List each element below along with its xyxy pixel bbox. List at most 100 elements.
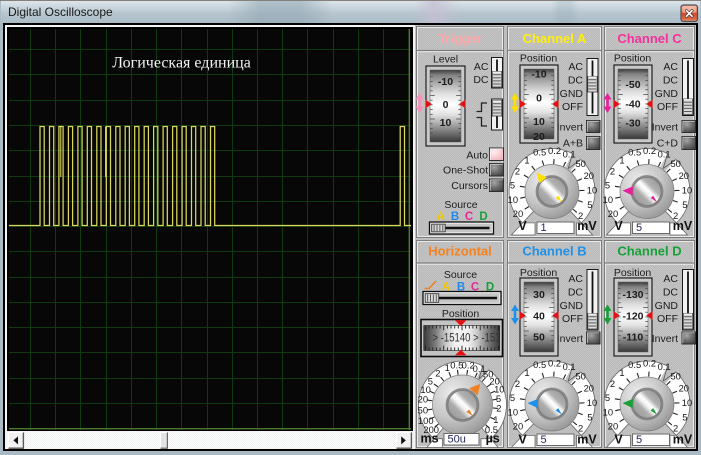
svg-text:5: 5 (587, 199, 592, 210)
svg-text:5: 5 (605, 392, 610, 403)
svg-text:30: 30 (533, 289, 545, 301)
svg-text:OFF: OFF (562, 101, 583, 113)
svg-text:One-Shot: One-Shot (443, 164, 488, 176)
svg-text:Level: Level (433, 54, 458, 66)
svg-text:C: C (465, 211, 473, 223)
svg-text:OFF: OFF (562, 313, 583, 325)
svg-text:Digital Oscilloscope: Digital Oscilloscope (8, 5, 113, 19)
svg-text:Invert: Invert (557, 333, 583, 345)
svg-text:0.5: 0.5 (533, 147, 546, 158)
svg-text:AC: AC (568, 273, 583, 285)
svg-text:5: 5 (428, 375, 433, 386)
svg-text:DC: DC (663, 286, 679, 298)
svg-text:AC: AC (568, 61, 583, 73)
svg-text:Auto: Auto (466, 149, 488, 161)
svg-text:-120: -120 (622, 310, 643, 322)
svg-text:5: 5 (682, 411, 687, 422)
svg-text:Position: Position (614, 267, 652, 279)
svg-text:0.2: 0.2 (548, 145, 561, 156)
svg-text:0.5: 0.5 (533, 359, 546, 370)
svg-text:Логическая единица: Логическая единица (112, 55, 251, 72)
svg-text:AC: AC (474, 61, 489, 73)
svg-text:2: 2 (496, 403, 501, 414)
svg-text:OFF: OFF (657, 101, 678, 113)
svg-text:OFF: OFF (657, 313, 678, 325)
svg-text:A: A (436, 211, 444, 223)
svg-text:20: 20 (418, 394, 428, 405)
svg-text:50: 50 (575, 158, 585, 169)
svg-text:0.1: 0.1 (563, 361, 576, 372)
svg-text:µs: µs (486, 432, 500, 446)
svg-text:0: 0 (536, 92, 542, 104)
svg-text:10: 10 (508, 194, 518, 205)
svg-text:DC: DC (568, 74, 584, 86)
svg-text:2: 2 (515, 378, 520, 389)
svg-text:20: 20 (608, 208, 618, 219)
svg-text:10: 10 (587, 184, 597, 195)
svg-text:0.2: 0.2 (643, 145, 656, 156)
svg-text:Invert: Invert (652, 333, 678, 345)
svg-text:Channel D: Channel D (617, 244, 681, 259)
svg-text:Position: Position (520, 53, 558, 65)
svg-text:20: 20 (513, 208, 523, 219)
svg-text:V: V (614, 433, 623, 447)
svg-text:Channel C: Channel C (617, 31, 682, 46)
svg-text:20: 20 (584, 383, 594, 394)
svg-text:0: 0 (443, 99, 449, 111)
svg-text:Position: Position (520, 267, 558, 279)
svg-text:0.2: 0.2 (643, 357, 656, 368)
svg-text:50: 50 (670, 370, 680, 381)
svg-text:-130: -130 (622, 289, 643, 301)
svg-text:V: V (518, 219, 527, 233)
svg-text:50: 50 (533, 331, 545, 343)
svg-text:1: 1 (445, 362, 450, 373)
svg-text:20: 20 (679, 383, 689, 394)
svg-text:10: 10 (440, 117, 452, 129)
svg-text:GND: GND (560, 88, 584, 100)
svg-text:5: 5 (682, 199, 687, 210)
svg-text:-50: -50 (625, 79, 640, 91)
svg-text:5: 5 (510, 179, 515, 190)
svg-text:40: 40 (533, 310, 545, 322)
svg-text:Cursors: Cursors (451, 180, 488, 192)
svg-text:V: V (518, 433, 527, 447)
svg-text:10: 10 (587, 397, 597, 408)
svg-text:Source: Source (444, 269, 477, 281)
svg-text:-10: -10 (531, 68, 546, 80)
svg-text:5: 5 (636, 434, 642, 446)
svg-text:10: 10 (603, 194, 613, 205)
svg-text:Invert: Invert (557, 121, 583, 133)
svg-text:Channel A: Channel A (523, 31, 587, 46)
svg-text:0.5: 0.5 (628, 359, 641, 370)
svg-text:100: 100 (418, 415, 434, 426)
svg-text:-10: -10 (438, 76, 453, 88)
svg-text:0.2: 0.2 (548, 357, 561, 368)
svg-text:DC: DC (568, 286, 584, 298)
svg-text:DC: DC (663, 74, 679, 86)
svg-text:5: 5 (541, 434, 547, 446)
svg-text:-30: -30 (625, 117, 640, 129)
svg-text:mV: mV (577, 433, 597, 447)
svg-text:V: V (614, 219, 623, 233)
svg-text:50: 50 (575, 370, 585, 381)
svg-text:2: 2 (435, 368, 440, 379)
svg-text:Position: Position (614, 53, 652, 65)
svg-text:1: 1 (524, 367, 529, 378)
svg-text:DC: DC (473, 74, 489, 86)
svg-text:1: 1 (541, 222, 547, 234)
svg-text:ms: ms (420, 432, 438, 446)
svg-text:10: 10 (533, 116, 545, 128)
svg-text:20: 20 (533, 131, 545, 143)
svg-text:2: 2 (515, 166, 520, 177)
svg-text:50u: 50u (448, 434, 466, 446)
svg-text:10: 10 (682, 397, 692, 408)
svg-text:-40: -40 (625, 98, 640, 110)
svg-text:20: 20 (584, 170, 594, 181)
svg-text:5: 5 (587, 411, 592, 422)
svg-text:B: B (451, 211, 459, 223)
svg-text:-110: -110 (623, 331, 644, 343)
svg-text:Channel B: Channel B (522, 244, 586, 259)
svg-text:Horizontal: Horizontal (428, 244, 492, 259)
svg-text:GND: GND (560, 300, 584, 312)
svg-text:mV: mV (673, 219, 693, 233)
